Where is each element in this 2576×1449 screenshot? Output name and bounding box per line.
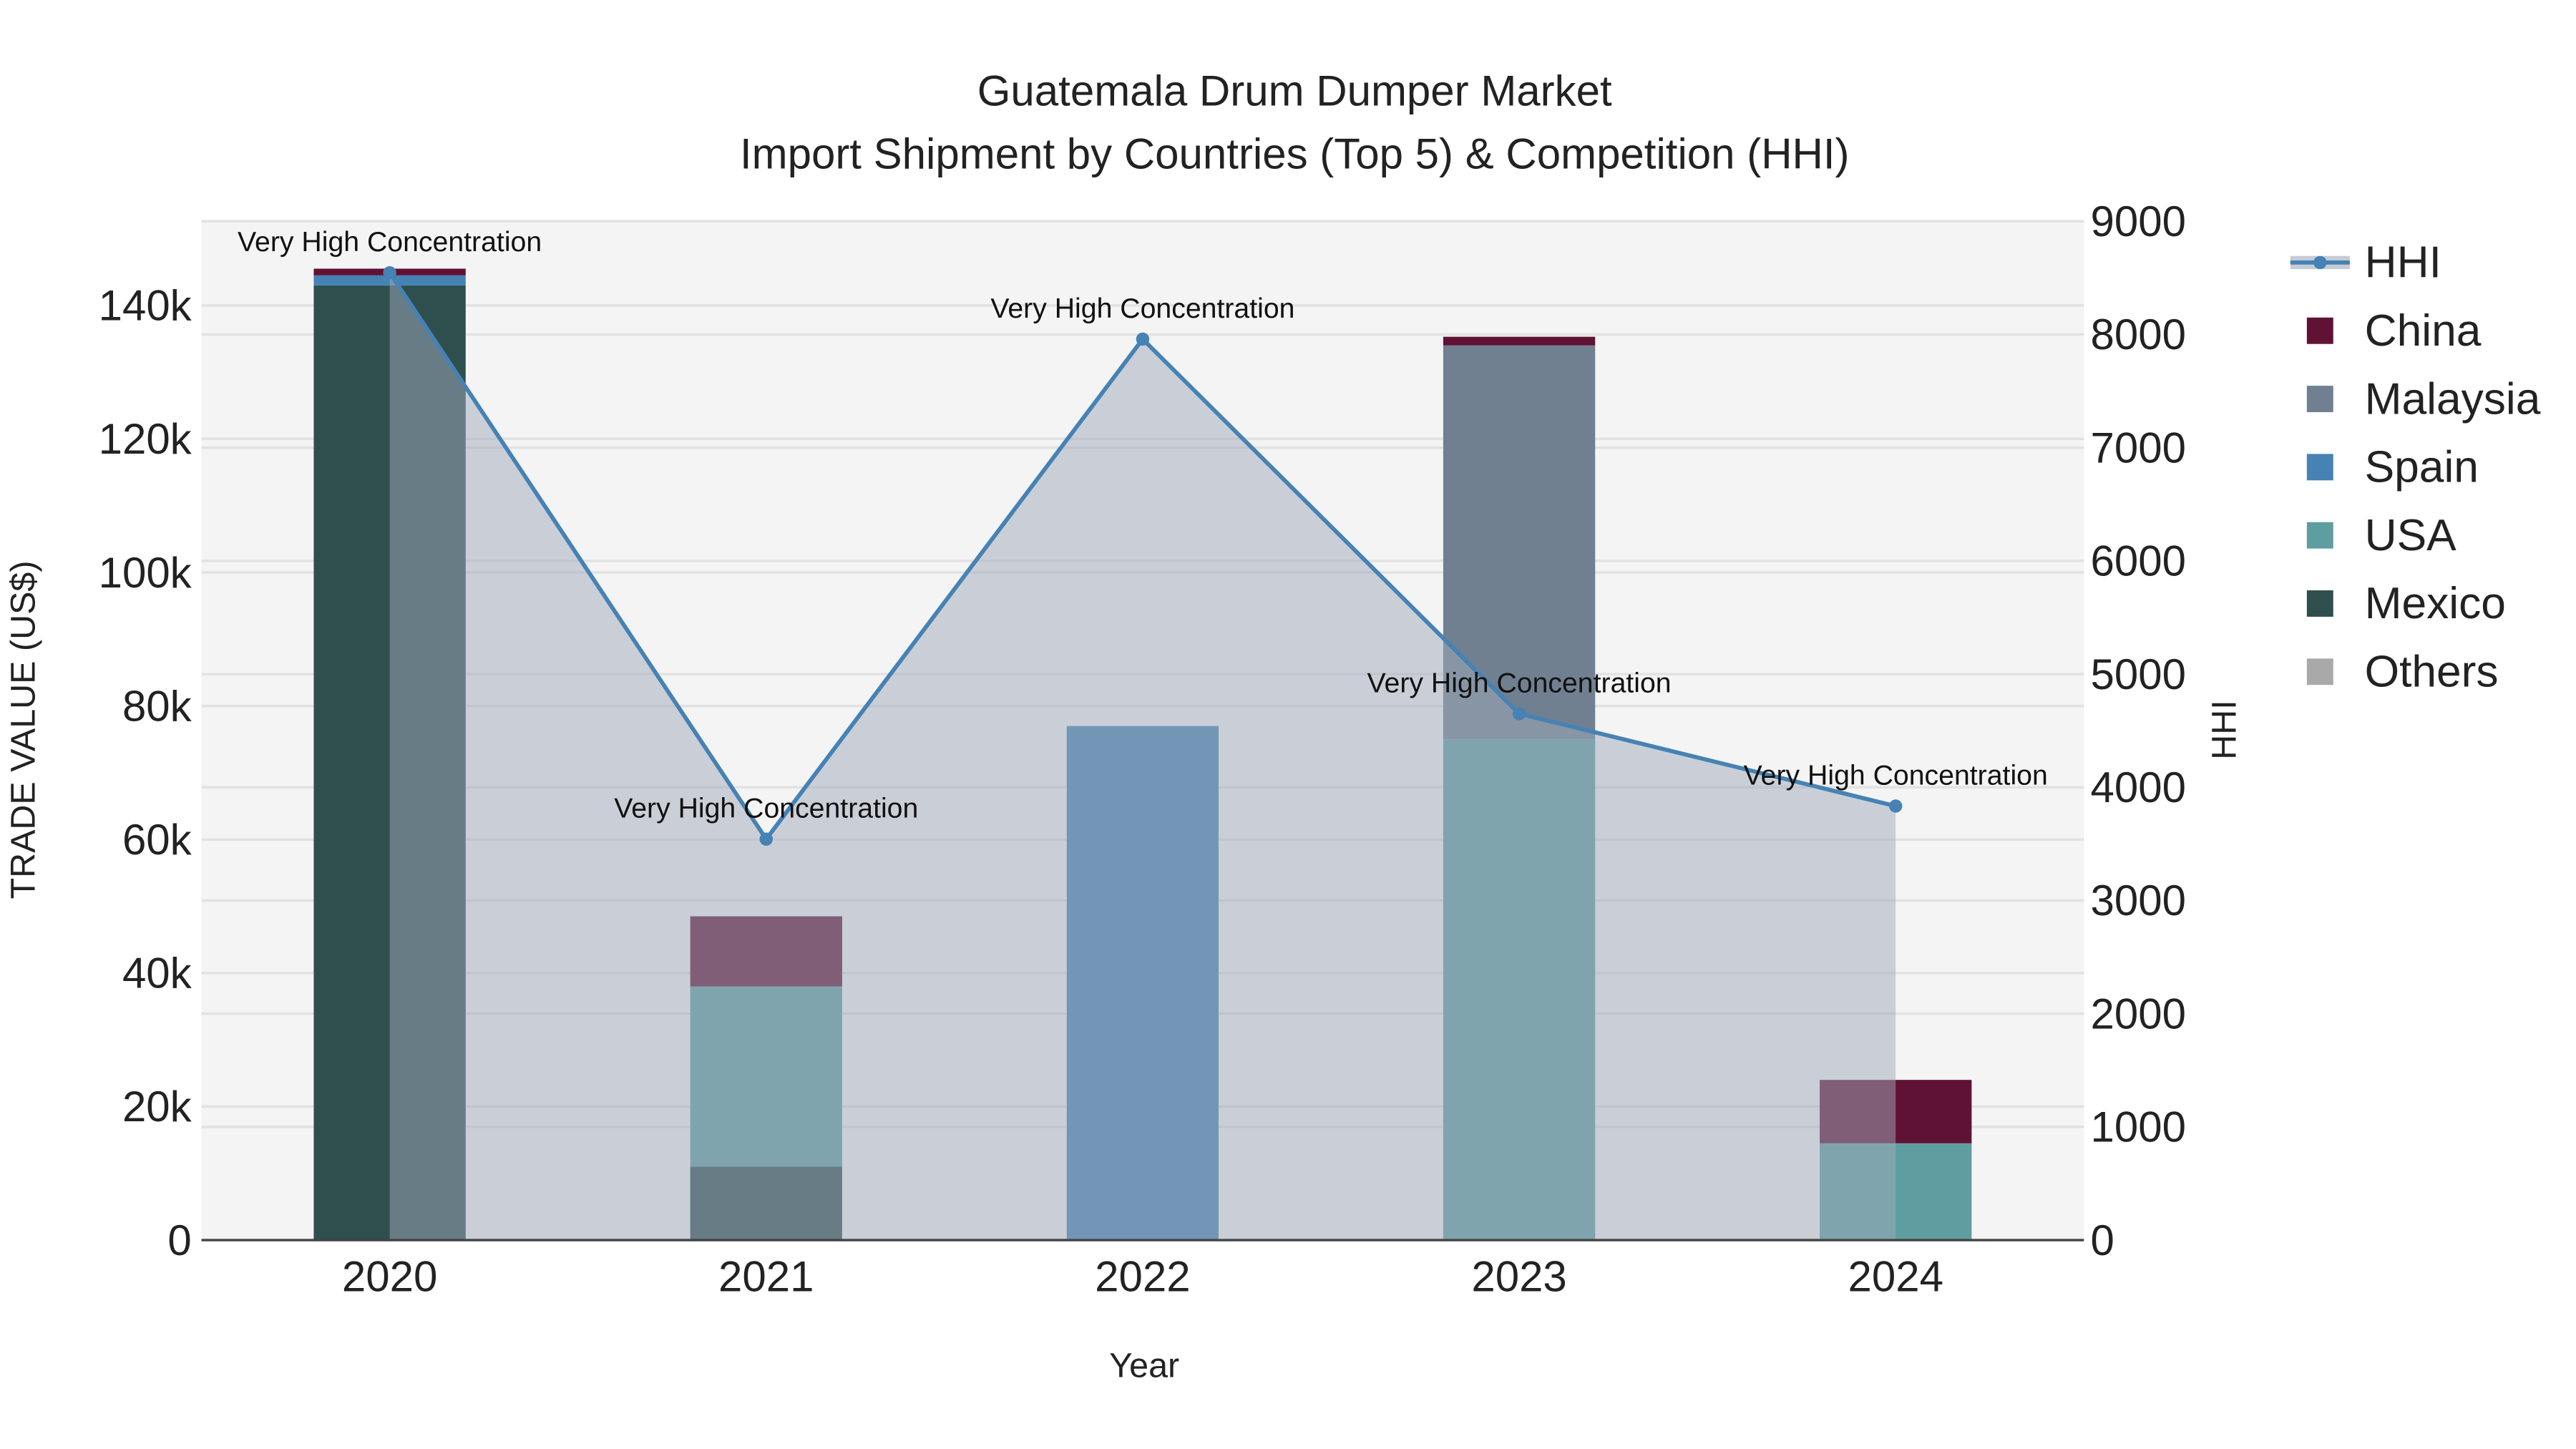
chart-title: Guatemala Drum Dumper Market — [977, 67, 1612, 115]
legend-swatch-usa — [2306, 522, 2333, 549]
legend-label-china: China — [2365, 306, 2482, 356]
legend-swatch-malaysia — [2306, 386, 2333, 412]
x-tick-label: 2024 — [1848, 1253, 1943, 1301]
y-tick-label: 140k — [99, 282, 192, 330]
legend-label-hhi: HHI — [2365, 238, 2441, 288]
y2-tick-label: 3000 — [2091, 877, 2186, 924]
legend-swatch-mexico — [2306, 590, 2333, 617]
y-tick-label: 40k — [122, 950, 192, 997]
hhi-point-2024 — [1889, 799, 1903, 813]
y-tick-label: 0 — [167, 1216, 191, 1264]
x-tick-label: 2021 — [718, 1253, 814, 1301]
legend-label-malaysia: Malaysia — [2365, 374, 2541, 424]
y2-tick-label: 8000 — [2091, 311, 2186, 358]
hhi-point-2022 — [1136, 332, 1150, 346]
y2-tick-label: 5000 — [2091, 650, 2186, 698]
legend-label-spain: Spain — [2365, 443, 2479, 492]
hhi-point-2023 — [1512, 707, 1526, 721]
y2-tick-label: 0 — [2091, 1216, 2114, 1264]
y-tick-label: 120k — [99, 415, 192, 463]
y-tick-label: 100k — [99, 549, 192, 597]
hhi-annotation: Very High Concentration — [990, 293, 1294, 324]
chart: Guatemala Drum Dumper Market Import Ship… — [4, 67, 2541, 1385]
x-tick-label: 2023 — [1471, 1253, 1566, 1301]
y2-tick-label: 1000 — [2091, 1103, 2186, 1151]
y2-tick-label: 6000 — [2091, 537, 2186, 585]
legend-label-mexico: Mexico — [2365, 579, 2506, 628]
hhi-point-2020 — [383, 265, 396, 280]
x-tick-label: 2020 — [342, 1253, 437, 1301]
hhi-annotation: Very High Concentration — [238, 226, 542, 258]
bar-china-2023 — [1443, 336, 1596, 346]
legend-swatch-hhi-marker — [2313, 255, 2327, 270]
legend-swatch-china — [2306, 317, 2333, 344]
y2-axis-title: HHI — [2205, 700, 2244, 759]
y-tick-label: 20k — [122, 1083, 192, 1131]
hhi-annotation: Very High Concentration — [1744, 760, 2048, 791]
legend-label-others: Others — [2365, 648, 2499, 697]
y2-axis-ticks: 0 1000 2000 3000 4000 5000 6000 7000 8000 9000 — [2091, 197, 2186, 1264]
x-axis-ticks: 2020 2021 2022 2023 2024 — [342, 1253, 1943, 1301]
x-tick-label: 2022 — [1095, 1253, 1190, 1301]
hhi-point-2021 — [759, 832, 773, 846]
legend-label-usa: USA — [2365, 511, 2457, 560]
chart-subtitle: Import Shipment by Countries (Top 5) & C… — [740, 130, 1850, 177]
hhi-annotation: Very High Concentration — [614, 793, 918, 824]
y-axis-title: TRADE VALUE (US$) — [4, 561, 42, 899]
y2-tick-label: 4000 — [2091, 763, 2186, 811]
legend: HHI China Malaysia Spain USA Mexico Others — [2290, 238, 2541, 697]
x-axis-title: Year — [1109, 1347, 1179, 1385]
y-axis-ticks: 0 20k 40k 60k 80k 100k 120k 140k — [99, 282, 192, 1264]
y-tick-label: 60k — [122, 816, 192, 864]
legend-swatch-spain — [2306, 454, 2333, 481]
y2-tick-label: 7000 — [2091, 424, 2186, 472]
y2-tick-label: 2000 — [2091, 990, 2186, 1038]
y-tick-label: 80k — [122, 682, 192, 730]
hhi-annotation: Very High Concentration — [1367, 667, 1672, 698]
legend-swatch-others — [2306, 658, 2333, 686]
y2-tick-label: 9000 — [2091, 197, 2186, 245]
